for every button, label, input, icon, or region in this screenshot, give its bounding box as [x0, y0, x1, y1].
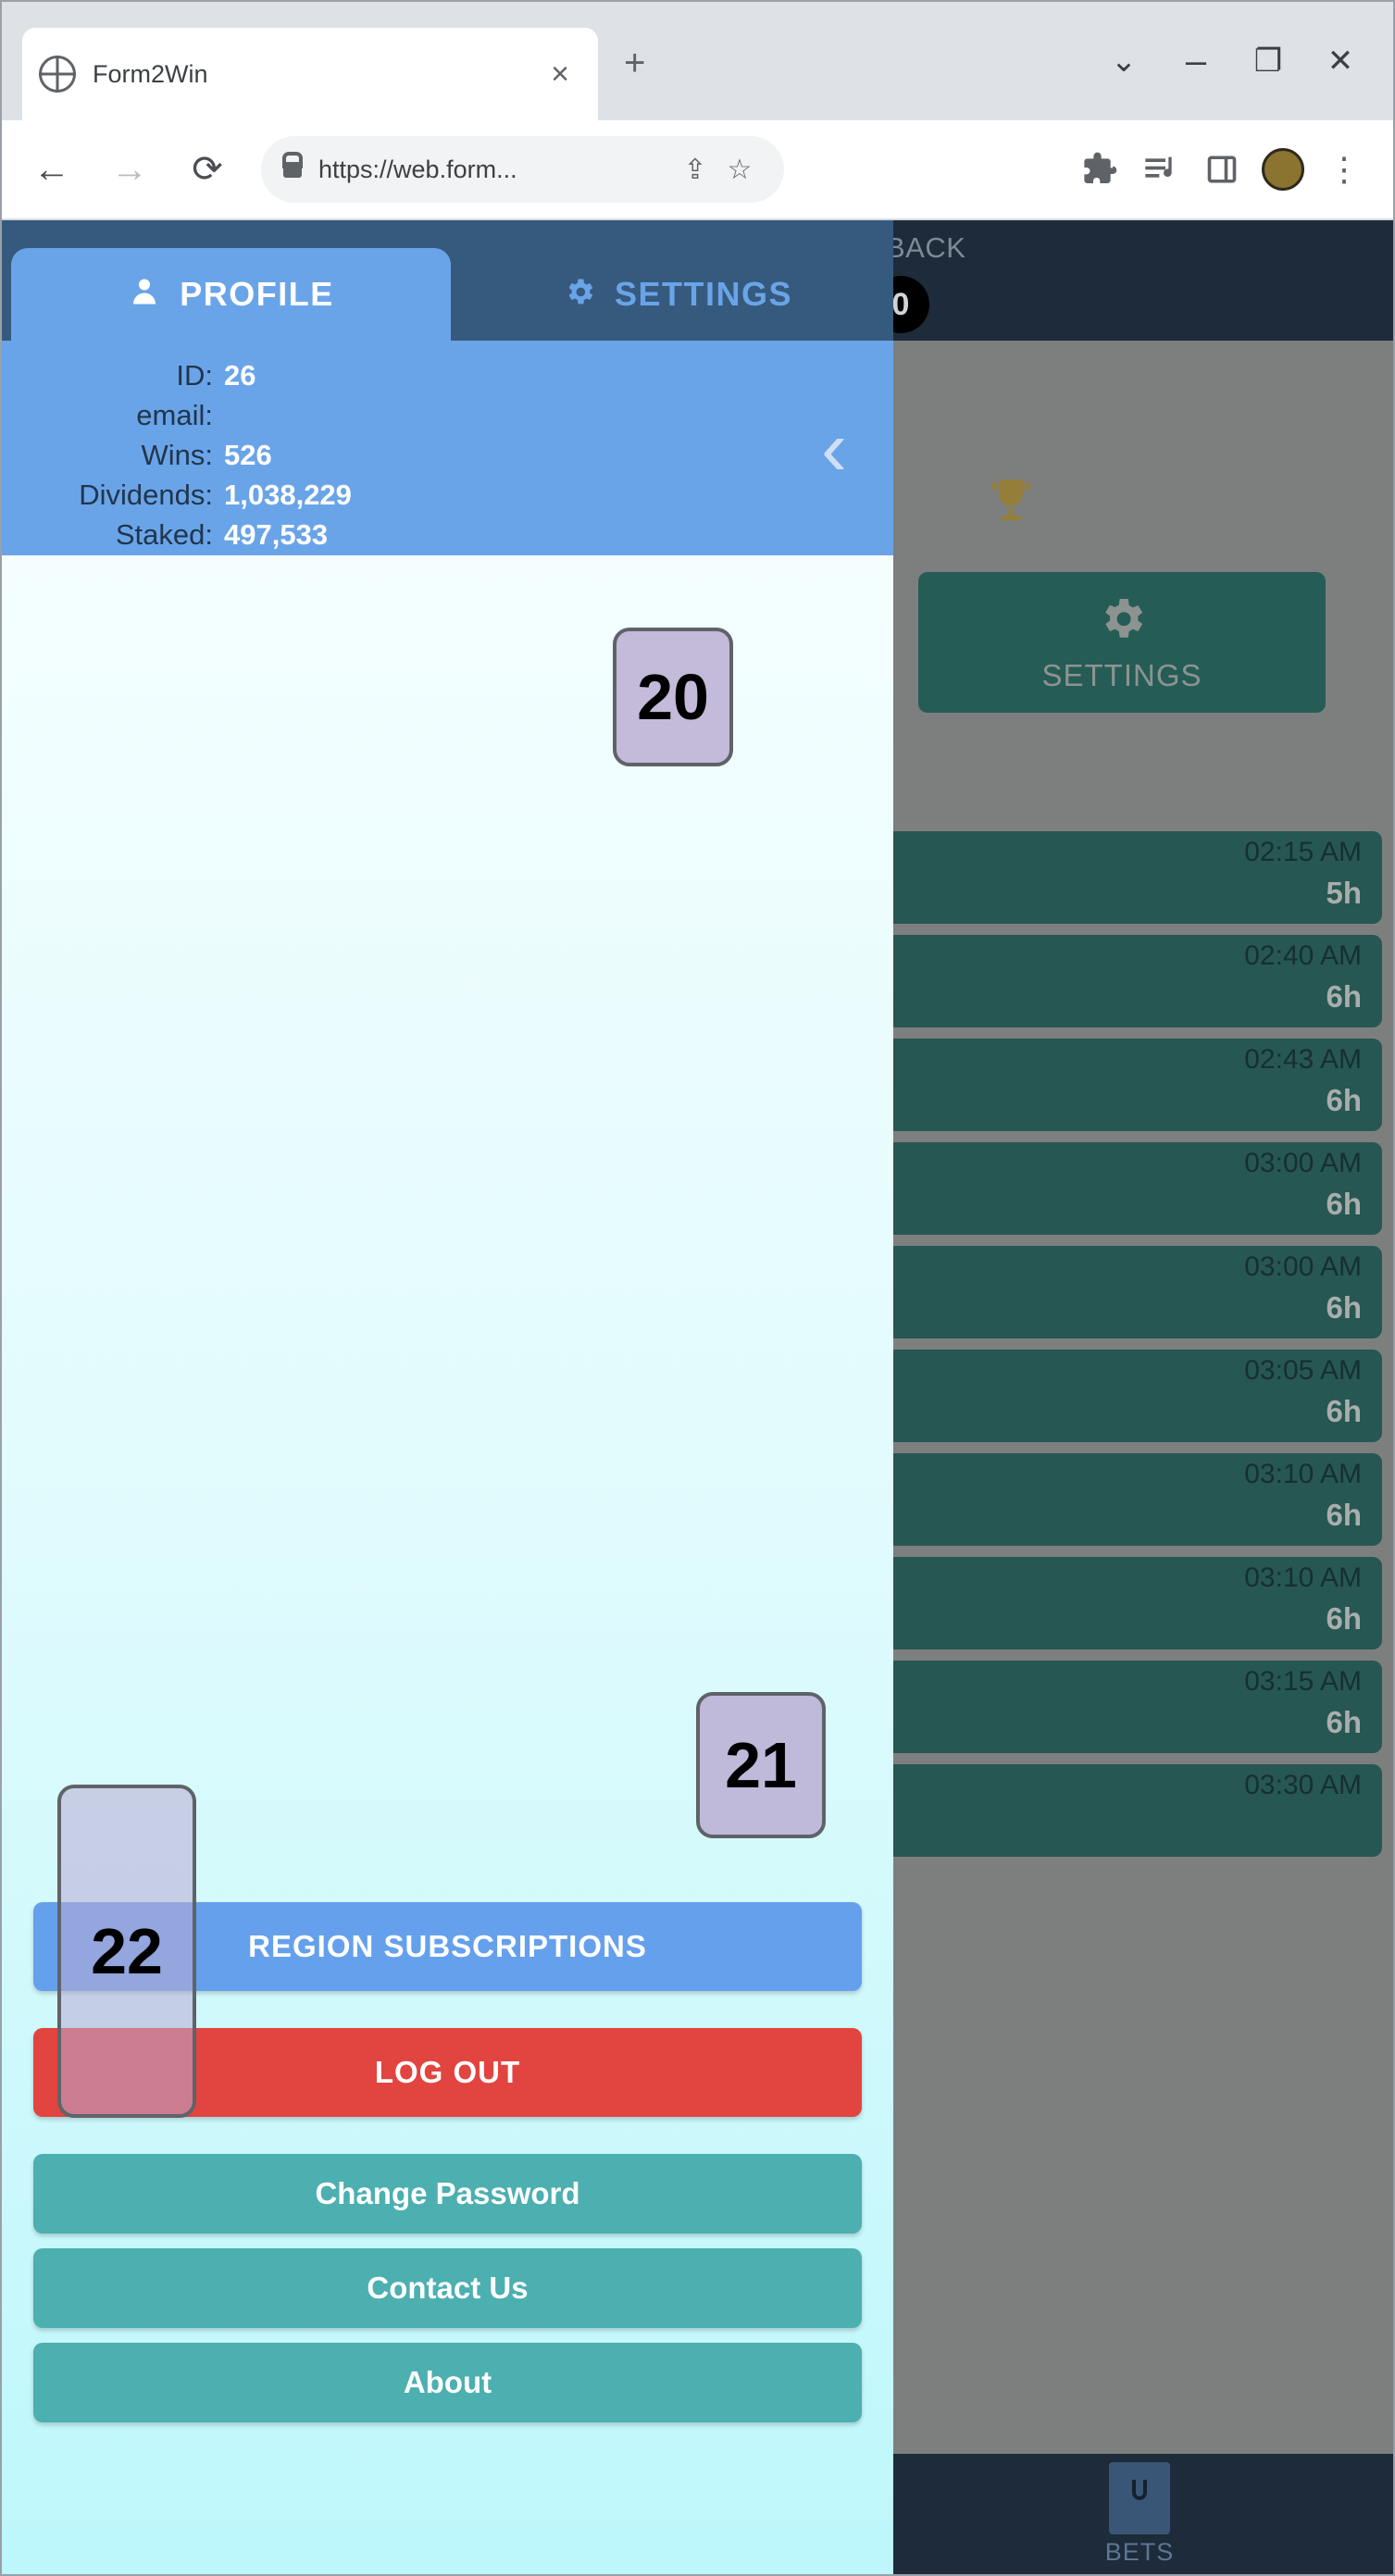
bet-row-time: 03:00 AM [1244, 1148, 1362, 1178]
window-controls: ⌄ – ❐ ✕ [1088, 2, 1376, 120]
url-text: https://web.form... [318, 155, 517, 183]
bet-row-duration: 6h [1326, 1498, 1362, 1532]
action-button-change-password[interactable]: Change Password [33, 2154, 862, 2234]
maximize-icon[interactable]: ❐ [1232, 25, 1304, 97]
profile-drawer: PROFILE SETTINGS ID: 26 email: Wins: 526 Divi… [2, 220, 893, 2574]
drawer-body: REGION SUBSCRIPTIONS LOG OUT Change Passwo… [2, 555, 893, 2574]
tab-settings[interactable]: SETTINGS [460, 248, 895, 341]
background-settings-label: SETTINGS [1041, 657, 1202, 692]
bottom-nav: BETS [886, 2454, 1393, 2574]
bet-ticket-icon [1109, 2461, 1170, 2534]
back-label[interactable]: BACK [886, 231, 965, 265]
tab-profile[interactable]: PROFILE [11, 248, 451, 341]
close-icon[interactable]: × [539, 58, 581, 90]
bookmark-icon[interactable]: ☆ [717, 147, 762, 192]
lock-icon [283, 161, 302, 178]
bet-row-duration: 5h [1326, 876, 1362, 910]
bet-row-time: 03:05 AM [1244, 1355, 1362, 1386]
tab-title: Form2Win [93, 59, 208, 88]
bet-row[interactable]: 02:15 AM 5h [886, 831, 1382, 924]
bet-row-duration: 6h [1326, 1083, 1362, 1117]
bet-row-duration: 6h [1326, 1601, 1362, 1636]
bet-row[interactable]: 03:05 AM 6h [886, 1350, 1382, 1442]
action-button-contact-us[interactable]: Contact Us [33, 2248, 862, 2328]
bet-row[interactable]: 03:00 AM 6h [886, 1142, 1382, 1235]
media-control-icon[interactable] [1130, 139, 1191, 200]
bet-row-duration: 6h [1326, 1187, 1362, 1221]
address-bar[interactable]: https://web.form... ⇪ ☆ [261, 136, 784, 203]
back-icon[interactable]: ← [24, 142, 80, 197]
side-panel-icon[interactable] [1191, 139, 1252, 200]
bottom-nav-label: BETS [1104, 2537, 1175, 2566]
stat-value: 26 [224, 359, 256, 392]
profile-stats: ID: 26 email: Wins: 526 Dividends: 1,038,229 St… [2, 341, 893, 555]
stats-list: ID: 26 email: Wins: 526 Dividends: 1,038,229 St… [2, 341, 893, 554]
stat-value: 497,533 [224, 518, 329, 551]
gear-icon [1096, 592, 1148, 653]
stat-row: Dividends: 1,038,229 [2, 475, 893, 515]
gear-icon [563, 275, 596, 315]
bet-row-time: 03:10 AM [1244, 1459, 1362, 1489]
globe-icon [39, 56, 76, 93]
bet-row-time: 03:30 AM [1244, 1770, 1362, 1800]
bet-row-time: 03:10 AM [1244, 1562, 1362, 1593]
bet-row[interactable]: 02:43 AM 6h [886, 1039, 1382, 1131]
bet-row[interactable]: 03:15 AM 6h [886, 1661, 1382, 1753]
forward-icon[interactable]: → [102, 142, 157, 197]
bet-row-time: 02:43 AM [1244, 1044, 1362, 1075]
bet-row[interactable]: 03:10 AM 6h [886, 1453, 1382, 1546]
bet-row[interactable]: 03:30 AM [886, 1764, 1382, 1857]
toolbar-actions: ⋮ [1069, 139, 1393, 200]
trophy-icon [978, 470, 1043, 541]
stat-row: ID: 26 [2, 355, 893, 395]
bottom-nav-item-bets[interactable]: BETS [1104, 2461, 1175, 2567]
tab-profile-label: PROFILE [180, 275, 334, 313]
close-window-icon[interactable]: ✕ [1304, 25, 1376, 97]
stat-key: Wins: [141, 439, 214, 471]
new-tab-button[interactable]: + [624, 44, 645, 81]
browser-toolbar: ← → ⟳ https://web.form... ⇪ ☆ ⋮ [2, 120, 1393, 220]
person-icon [128, 275, 161, 315]
bet-row[interactable]: 03:10 AM 6h [886, 1557, 1382, 1649]
bet-row-duration: 6h [1326, 1394, 1362, 1428]
stat-value: 1,038,229 [224, 479, 352, 511]
tab-strip: Form2Win × + ⌄ – ❐ ✕ [2, 2, 1393, 120]
background-settings-button[interactable]: SETTINGS [918, 572, 1326, 713]
browser-tab[interactable]: Form2Win × [22, 28, 598, 120]
bet-row-duration: 6h [1326, 979, 1362, 1014]
annotation-marker-22: 22 [57, 1785, 196, 2118]
bet-row-time: 02:40 AM [1244, 940, 1362, 971]
bet-row-duration: 6h [1326, 1705, 1362, 1739]
bet-row-time: 02:15 AM [1244, 837, 1362, 867]
annotation-marker-20: 20 [613, 628, 733, 766]
bet-row-time: 03:00 AM [1244, 1251, 1362, 1282]
stat-key: Staked: [115, 518, 213, 551]
stat-key: email: [136, 399, 213, 431]
action-button-about[interactable]: About [33, 2343, 862, 2422]
stat-row: Wins: 526 [2, 435, 893, 475]
bet-row[interactable]: 02:40 AM 6h [886, 935, 1382, 1027]
page-viewport: BACK 0 SETTINGS 02:15 AM 5h 02:40 AM 6h 02:4… [2, 220, 1393, 2574]
bet-row-time: 03:15 AM [1244, 1666, 1362, 1697]
annotation-marker-21: 21 [696, 1692, 826, 1838]
stat-row: Staked: 497,533 [2, 515, 893, 554]
expand-icon[interactable]: ⌄ [1088, 25, 1160, 97]
stat-key: ID: [176, 359, 213, 392]
stat-key: Dividends: [79, 479, 213, 511]
bet-row-duration: 6h [1326, 1290, 1362, 1325]
chevron-left-icon[interactable]: ‹ [821, 409, 847, 487]
bet-row[interactable]: 03:00 AM 6h [886, 1246, 1382, 1338]
avatar[interactable] [1262, 148, 1304, 191]
share-icon[interactable]: ⇪ [673, 147, 717, 192]
reload-icon[interactable]: ⟳ [180, 142, 235, 197]
tab-settings-label: SETTINGS [614, 275, 793, 313]
drawer-tab-bar: PROFILE SETTINGS [2, 220, 893, 341]
browser-window: Form2Win × + ⌄ – ❐ ✕ ← → ⟳ https://web.f… [0, 0, 1395, 2576]
extensions-icon[interactable] [1069, 139, 1130, 200]
minimize-icon[interactable]: – [1160, 25, 1232, 97]
bets-list[interactable]: 02:15 AM 5h 02:40 AM 6h 02:43 AM 6h 03:00 AM 6h… [886, 831, 1393, 2574]
stat-value: 526 [224, 439, 272, 471]
menu-icon[interactable]: ⋮ [1314, 139, 1375, 200]
stat-row: email: [2, 395, 893, 435]
